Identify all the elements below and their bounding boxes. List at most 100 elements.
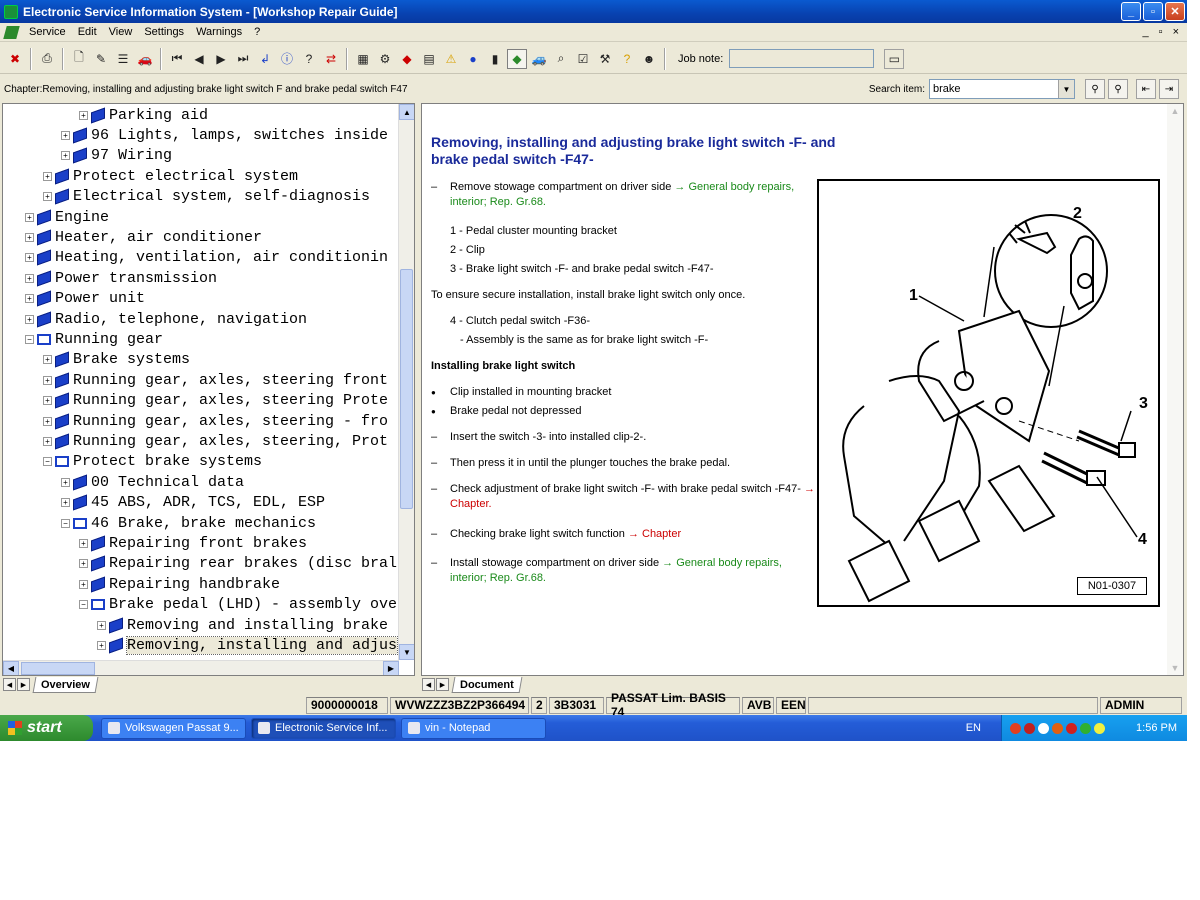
scroll-left-icon[interactable]: ◀ xyxy=(3,661,19,675)
tree-node[interactable]: + Running gear, axles, steering front xyxy=(43,370,388,390)
child-close-button[interactable]: × xyxy=(1173,26,1179,38)
scroll-up-icon[interactable]: ▲ xyxy=(1169,106,1181,118)
scroll-thumb[interactable] xyxy=(21,662,95,675)
jump-icon[interactable]: ↲ xyxy=(255,49,275,69)
tab-next-icon[interactable]: ▶ xyxy=(436,678,449,691)
expand-icon[interactable]: + xyxy=(79,579,88,589)
parts-icon[interactable]: ⚙ xyxy=(375,49,395,69)
help-icon[interactable]: ? xyxy=(299,49,319,69)
document-list-icon[interactable]: ☰ xyxy=(113,49,133,69)
warning-icon[interactable]: ⚠ xyxy=(441,49,461,69)
cross-reference-link[interactable]: → Chapter xyxy=(628,528,681,540)
collapse-icon[interactable]: − xyxy=(61,518,70,528)
search-document-icon[interactable]: ⌕ xyxy=(551,49,571,69)
tree-node[interactable]: + Repairing rear brakes (disc bral xyxy=(79,554,397,574)
maximize-button[interactable]: ▫ xyxy=(1143,2,1163,21)
tree-node[interactable]: + Parking aid xyxy=(79,105,208,125)
expand-icon[interactable]: + xyxy=(97,640,106,650)
expand-icon[interactable]: + xyxy=(43,192,52,202)
question-icon[interactable]: ? xyxy=(617,49,637,69)
expand-icon[interactable]: + xyxy=(79,110,88,120)
checklist-icon[interactable]: ☑ xyxy=(573,49,593,69)
collapse-icon[interactable]: − xyxy=(43,457,52,467)
tree-node[interactable]: + Running gear, axles, steering Prote xyxy=(43,391,388,411)
diagnosis-icon[interactable]: ◆ xyxy=(397,49,417,69)
tree-node[interactable]: + Electrical system, self-diagnosis xyxy=(43,187,370,207)
next-page-icon[interactable]: ▶ xyxy=(211,49,231,69)
tree-node[interactable]: + Running gear, axles, steering - fro xyxy=(43,411,388,431)
expand-icon[interactable]: + xyxy=(25,232,34,242)
tree-node[interactable]: + Engine xyxy=(25,207,109,227)
tab-prev-icon[interactable]: ◀ xyxy=(3,678,16,691)
alert-icon[interactable] xyxy=(1066,722,1077,734)
tree-node[interactable]: + Repairing front brakes xyxy=(79,533,307,553)
tree-node[interactable]: + Repairing handbrake xyxy=(79,574,280,594)
expand-icon[interactable]: + xyxy=(97,620,106,630)
info-icon[interactable]: ⓘ xyxy=(277,49,297,69)
expand-icon[interactable]: + xyxy=(61,498,70,508)
print-icon[interactable]: ⎙ xyxy=(37,49,57,69)
expand-icon[interactable]: + xyxy=(25,314,34,324)
tools-icon[interactable]: ⚒ xyxy=(595,49,615,69)
last-page-icon[interactable]: ⏭ xyxy=(233,49,253,69)
first-page-icon[interactable]: ⏮ xyxy=(167,49,187,69)
child-restore-button[interactable]: ▫ xyxy=(1159,26,1163,38)
tray-icon[interactable] xyxy=(1052,722,1063,734)
search-combo[interactable]: ▼ xyxy=(929,79,1075,99)
notes-icon[interactable]: ▤ xyxy=(419,49,439,69)
calculator-icon[interactable]: ▦ xyxy=(353,49,373,69)
tree-node[interactable]: + Radio, telephone, navigation xyxy=(25,309,307,329)
tree-node[interactable]: − Brake pedal (LHD) - assembly ove xyxy=(79,595,397,615)
child-minimize-button[interactable]: _ xyxy=(1143,26,1149,38)
expand-icon[interactable]: + xyxy=(61,151,70,161)
expand-icon[interactable]: + xyxy=(79,538,88,548)
tree-node[interactable]: − Running gear xyxy=(25,329,163,349)
menu-edit[interactable]: Edit xyxy=(72,26,103,38)
tree-node[interactable]: + Running gear, axles, steering, Prot xyxy=(43,431,388,451)
language-indicator[interactable]: EN xyxy=(966,722,981,734)
expand-icon[interactable]: + xyxy=(43,171,52,181)
collapse-icon[interactable]: − xyxy=(79,600,88,610)
tree-node[interactable]: + Heater, air conditioner xyxy=(25,227,262,247)
tray-icon[interactable] xyxy=(1010,722,1021,734)
expand-icon[interactable]: + xyxy=(79,559,88,569)
tree-node[interactable]: + Protect electrical system xyxy=(43,166,298,186)
tree-node[interactable]: + Power unit xyxy=(25,289,145,309)
tree-node[interactable]: + Brake systems xyxy=(43,350,190,370)
expand-icon[interactable]: + xyxy=(43,436,52,446)
chevron-down-icon[interactable]: ▼ xyxy=(1058,80,1074,98)
user-icon[interactable]: ☻ xyxy=(639,49,659,69)
scroll-right-icon[interactable]: ▶ xyxy=(383,661,399,675)
tree-vertical-scrollbar[interactable]: ▲ ▼ xyxy=(398,104,414,660)
network-icon[interactable] xyxy=(1080,722,1091,734)
expand-icon[interactable]: + xyxy=(43,375,52,385)
previous-hit-icon[interactable]: ⇤ xyxy=(1136,79,1156,99)
tree-node[interactable]: + Heating, ventilation, air conditionin xyxy=(25,248,388,268)
tree-horizontal-scrollbar[interactable]: ◀ ▶ xyxy=(3,660,399,675)
workshop-manual-icon[interactable]: ◆ xyxy=(507,48,527,69)
expand-icon[interactable]: + xyxy=(25,212,34,222)
battery-icon[interactable]: ▮ xyxy=(485,49,505,69)
tab-next-icon[interactable]: ▶ xyxy=(17,678,30,691)
tree-node[interactable]: − Protect brake systems xyxy=(43,452,262,472)
tree-node[interactable]: +00 Technical data xyxy=(61,472,244,492)
scroll-down-icon[interactable]: ▼ xyxy=(399,644,414,660)
previous-page-icon[interactable]: ◀ xyxy=(189,49,209,69)
menu-warnings[interactable]: Warnings xyxy=(190,26,248,38)
tree-node[interactable]: + Removing, installing and adjus xyxy=(97,635,399,655)
tab-overview[interactable]: Overview xyxy=(32,676,99,693)
start-button[interactable]: start xyxy=(0,715,93,741)
search-input[interactable] xyxy=(930,83,1058,95)
scroll-up-icon[interactable]: ▲ xyxy=(399,104,414,120)
scroll-thumb[interactable] xyxy=(400,269,413,509)
task-volkswagen-passat[interactable]: Volkswagen Passat 9... xyxy=(101,717,246,739)
job-note-edit-icon[interactable]: ▭ xyxy=(884,48,905,69)
menu-service[interactable]: Service xyxy=(23,26,72,38)
task-notepad[interactable]: vin - Notepad xyxy=(401,717,546,739)
tree-node[interactable]: + Power transmission xyxy=(25,268,217,288)
expand-icon[interactable]: + xyxy=(43,396,52,406)
minimize-button[interactable]: _ xyxy=(1121,2,1141,21)
tab-document[interactable]: Document xyxy=(451,676,523,693)
tree-node[interactable]: + Removing and installing brake xyxy=(97,615,388,635)
collapse-icon[interactable]: − xyxy=(25,334,34,344)
